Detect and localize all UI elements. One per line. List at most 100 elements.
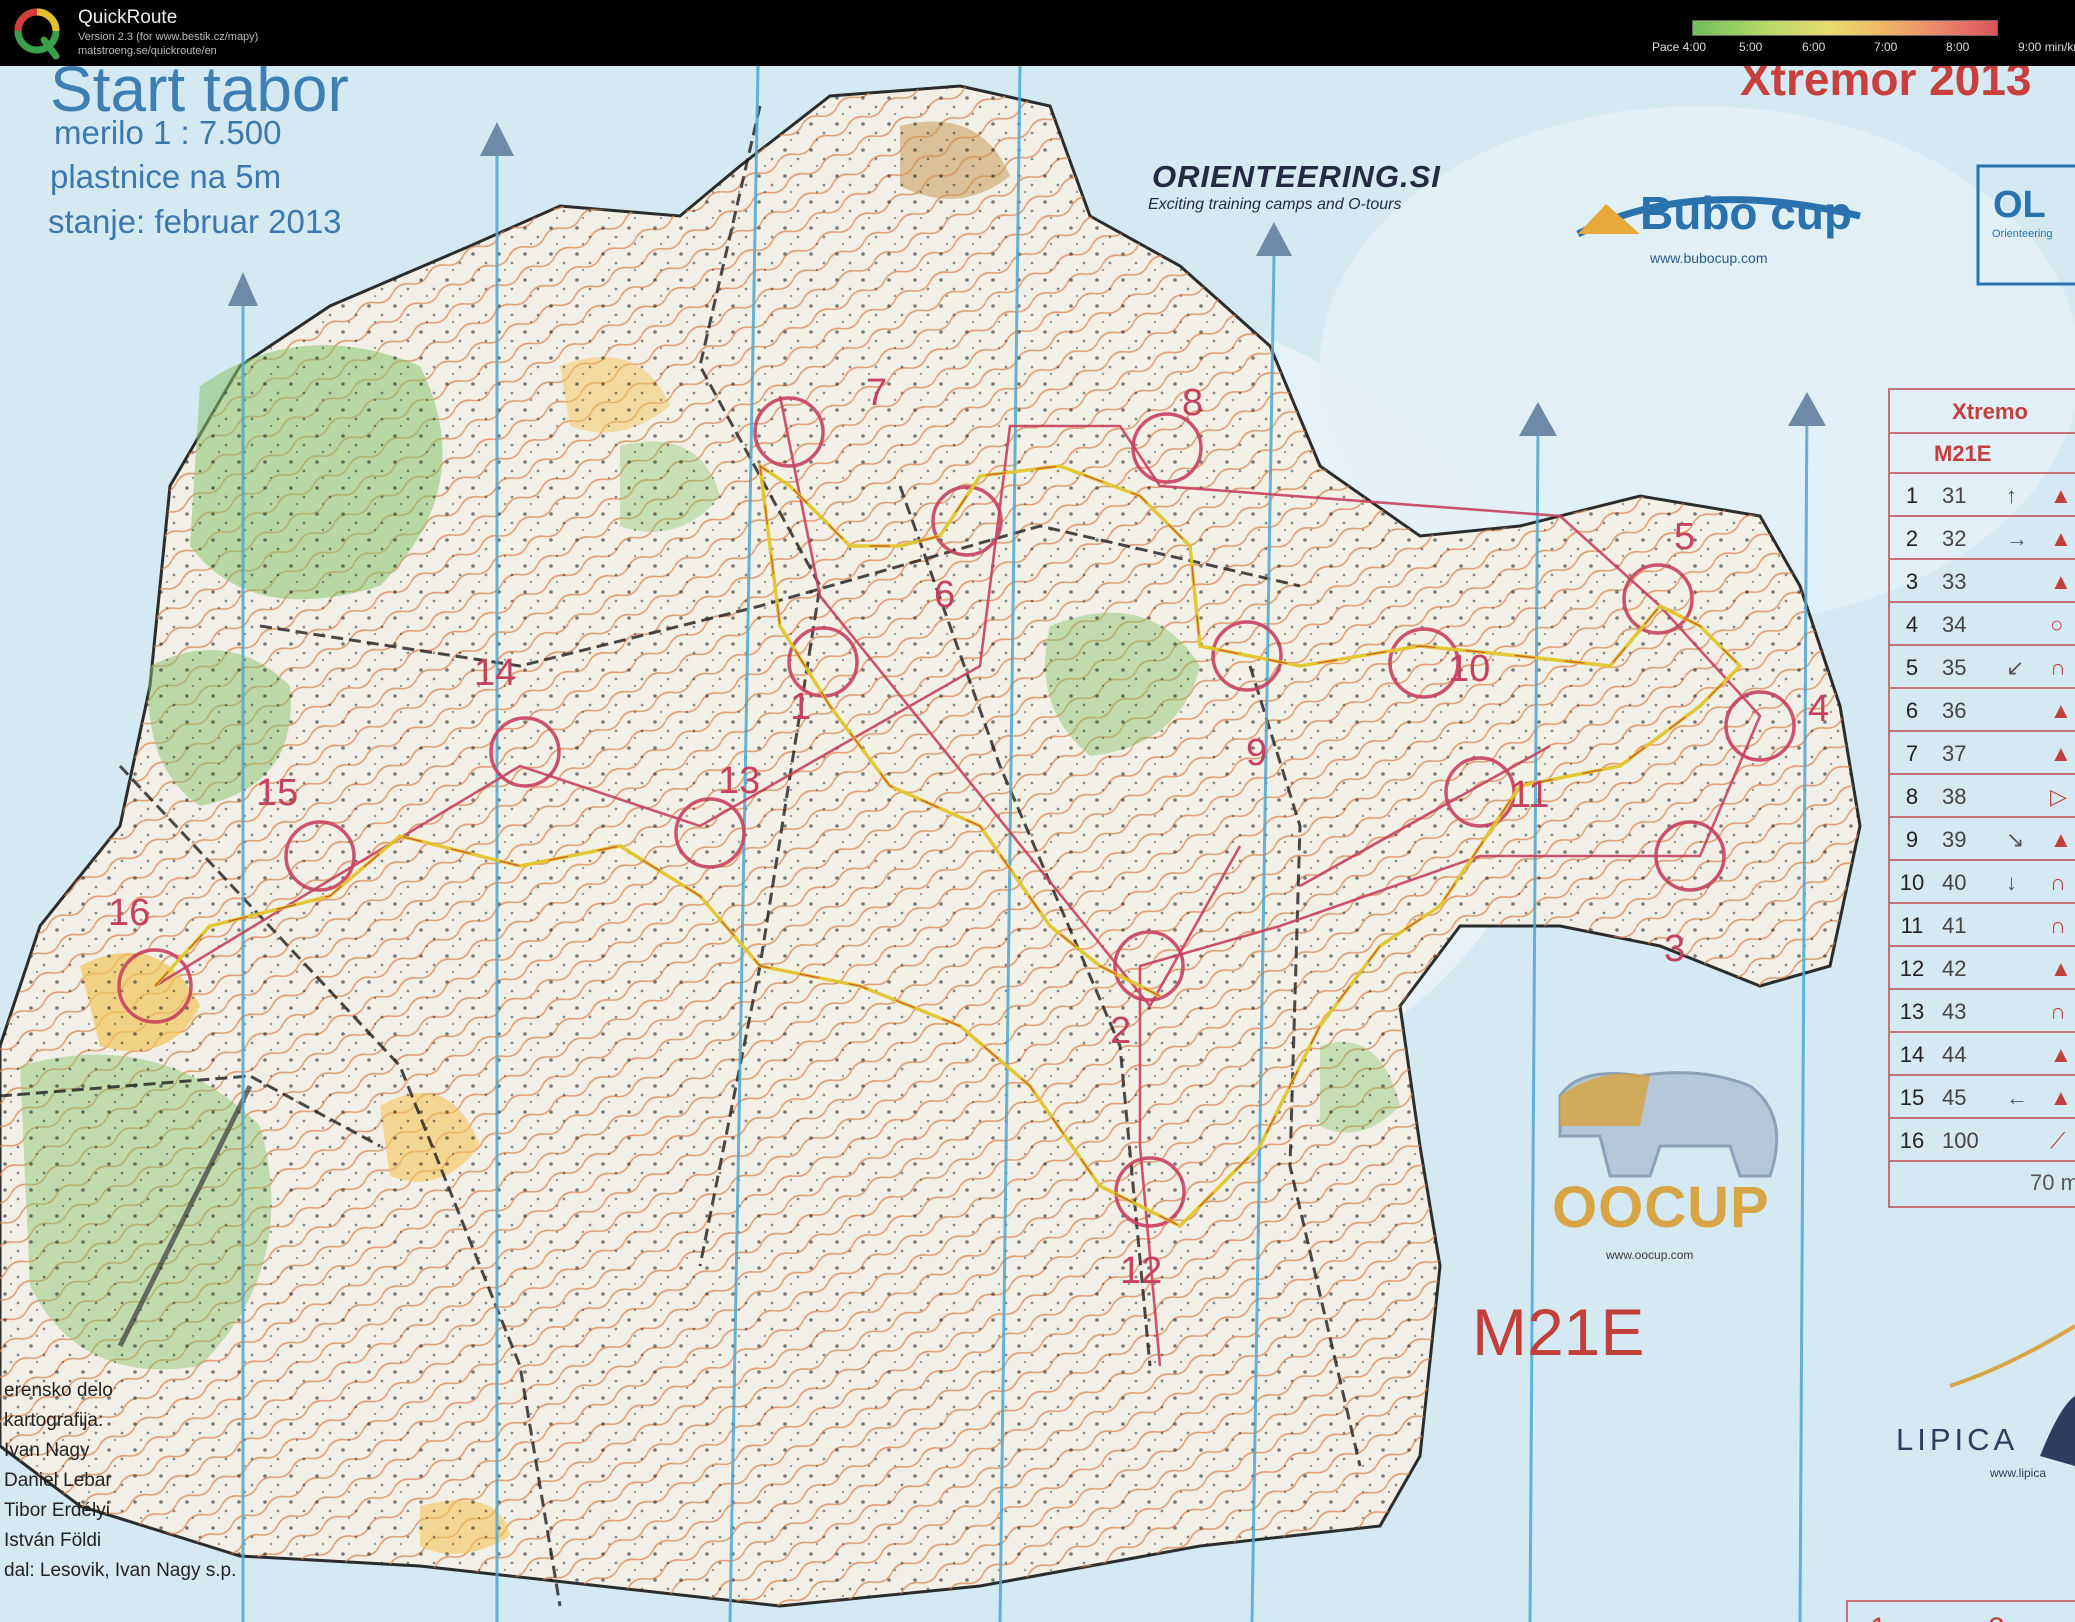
control-number: 8 xyxy=(1182,382,1204,424)
control-table-cell: 43 xyxy=(1942,999,1967,1024)
event-title: Xtremor 2013 xyxy=(1740,66,2032,105)
pace-scale-ticks: Pace 4:00 5:00 6:00 7:00 8:00 9:00 min/k… xyxy=(1652,40,2075,54)
control-table-cell: 13 xyxy=(1899,999,1925,1024)
control-table-cell: ▲ xyxy=(2050,569,2072,594)
control-table-row: 15 45 ← ▲ xyxy=(1888,1074,2075,1119)
map-date-text: stanje: februar 2013 xyxy=(48,203,342,240)
pace-tick-label: 8:00 xyxy=(1946,40,1970,54)
control-table-cell: 32 xyxy=(1942,526,1967,551)
control-table-cell: 35 xyxy=(1942,655,1967,680)
control-table-row: 13 43 ∩ xyxy=(1888,988,2075,1033)
control-table-cell: → xyxy=(2006,526,2028,551)
control-number: 6 xyxy=(934,574,956,616)
pace-color-scale xyxy=(1692,20,1998,36)
credit-line: erensko delo xyxy=(4,1380,113,1401)
sponsor-ol-logo: OL xyxy=(1993,184,2046,226)
orienteering-map[interactable]: Start tabor merilo 1 : 7.500 plastnice n… xyxy=(0,66,2075,1622)
credit-line: Tibor Erdélyi xyxy=(4,1500,110,1521)
bottom-control-table: 1 2 xyxy=(1846,1600,2075,1622)
app-site-link[interactable]: matstroeng.se/quickroute/en xyxy=(78,45,217,57)
control-number: 14 xyxy=(474,652,517,694)
sponsor-lipica-url: www.lipica xyxy=(1990,1466,2047,1480)
control-table-cell: ∩ xyxy=(2050,999,2066,1024)
map-contour-text: plastnice na 5m xyxy=(50,158,282,195)
control-table-row: 14 44 ▲ xyxy=(1888,1031,2075,1076)
control-table-distance: 70 m xyxy=(2030,1170,2075,1195)
control-table-row: 7 37 ▲ xyxy=(1888,730,2075,775)
sponsor-ol-subtitle: Orienteering xyxy=(1992,228,2053,240)
control-table-cell: ∩ xyxy=(2050,870,2066,895)
control-number: 10 xyxy=(1448,648,1491,690)
control-table-cell: 100 xyxy=(1942,1128,1979,1153)
control-table-cell: 3 xyxy=(1905,569,1919,594)
control-table-row: 6 36 ▲ xyxy=(1888,687,2075,732)
credit-line: István Földi xyxy=(4,1530,102,1551)
credit-line: kartografija: xyxy=(4,1410,104,1431)
control-table-cell: ▲ xyxy=(2050,526,2072,551)
control-table-cell: ▲ xyxy=(2050,698,2072,723)
course-class-label: M21E xyxy=(1472,1295,1645,1369)
bottom-table-cell: 1 xyxy=(1870,1612,1887,1622)
control-table-cell: 37 xyxy=(1942,741,1967,766)
control-table-cell: ↑ xyxy=(2006,483,2017,508)
control-table-cell: 6 xyxy=(1905,698,1919,723)
sponsor-oocup-url: www.oocup.com xyxy=(1606,1248,1694,1262)
pace-tick-label: 5:00 xyxy=(1739,40,1763,54)
control-table-row: 16 100 ⟋ xyxy=(1888,1117,2075,1162)
control-table-cell: 12 xyxy=(1899,956,1925,981)
control-table-cell: 5 xyxy=(1905,655,1919,680)
credit-line: dal: Lesovik, Ivan Nagy s.p. xyxy=(4,1560,237,1581)
control-table-cell: 11 xyxy=(1900,913,1924,938)
control-table-cell: ↙ xyxy=(2006,655,2025,680)
control-table-cell: 14 xyxy=(1899,1042,1925,1067)
control-number: 9 xyxy=(1246,732,1268,774)
control-table-cell: ▲ xyxy=(2050,1042,2072,1067)
control-table-cell: 36 xyxy=(1942,698,1967,723)
control-number: 15 xyxy=(256,772,299,814)
bottom-table-cell: 2 xyxy=(1988,1612,2005,1622)
pace-tick-label: Pace 4:00 xyxy=(1652,40,1707,54)
quickroute-logo-icon xyxy=(14,8,60,60)
control-table-cell: ← xyxy=(2006,1085,2028,1110)
control-number: 4 xyxy=(1808,688,1830,730)
control-table-cell: 16 xyxy=(1899,1128,1925,1153)
control-number: 13 xyxy=(718,760,761,802)
app-version: Version 2.3 (for www.bestik.cz/mapy) xyxy=(78,31,259,43)
control-number: 12 xyxy=(1120,1250,1163,1292)
map-drawing xyxy=(0,66,2075,1622)
control-number: 7 xyxy=(866,372,888,414)
control-table-cell: ∩ xyxy=(2050,913,2066,938)
map-scale-text: merilo 1 : 7.500 xyxy=(54,114,282,151)
control-table-row: 2 32 → ▲ xyxy=(1888,515,2075,560)
control-table-row: 3 33 ▲ xyxy=(1888,558,2075,603)
app-titlebar: QuickRoute Version 2.3 (for www.bestik.c… xyxy=(0,0,2075,66)
sponsor-orienteering-tagline: Exciting training camps and O-tours xyxy=(1148,196,1402,213)
control-table-cell: 31 xyxy=(1942,483,1967,508)
control-table-cell: 7 xyxy=(1905,741,1919,766)
sponsor-oocup-logo: OOCUP xyxy=(1552,1175,1770,1240)
control-table-cell: 10 xyxy=(1899,870,1925,895)
pace-tick-label: 9:00 min/km xyxy=(2018,40,2075,54)
control-table-row: 5 35 ↙ ∩ xyxy=(1888,644,2075,689)
app-title: QuickRoute xyxy=(78,7,178,28)
control-table-row: 10 40 ↓ ∩ xyxy=(1888,859,2075,904)
control-table-class: M21E xyxy=(1934,441,1992,466)
sponsor-bubo-url: www.bubocup.com xyxy=(1650,250,1768,266)
control-table-cell: 15 xyxy=(1899,1085,1925,1110)
control-table-cell: 45 xyxy=(1942,1085,1967,1110)
control-table-cell: ↘ xyxy=(2006,827,2025,852)
control-table-row: 12 42 ▲ xyxy=(1888,945,2075,990)
control-table-cell: ▲ xyxy=(2050,741,2072,766)
control-table-row: 1 31 ↑ ▲ xyxy=(1888,472,2075,517)
control-table-footer: 70 m xyxy=(1888,1160,2075,1208)
control-table-row: 9 39 ↘ ▲ xyxy=(1888,816,2075,861)
control-table-cell: ○ xyxy=(2050,612,2064,637)
control-table-cell: 38 xyxy=(1942,784,1967,809)
control-table-cell: 4 xyxy=(1905,612,1919,637)
sponsor-bubo-logo: Bubo cup xyxy=(1640,187,1853,239)
credit-line: Ivan Nagy xyxy=(4,1440,90,1461)
control-table-cell: 40 xyxy=(1942,870,1967,895)
pace-tick-label: 6:00 xyxy=(1802,40,1826,54)
control-number: 5 xyxy=(1674,516,1696,558)
sponsor-lipica-logo: LIPICA xyxy=(1896,1422,2019,1457)
